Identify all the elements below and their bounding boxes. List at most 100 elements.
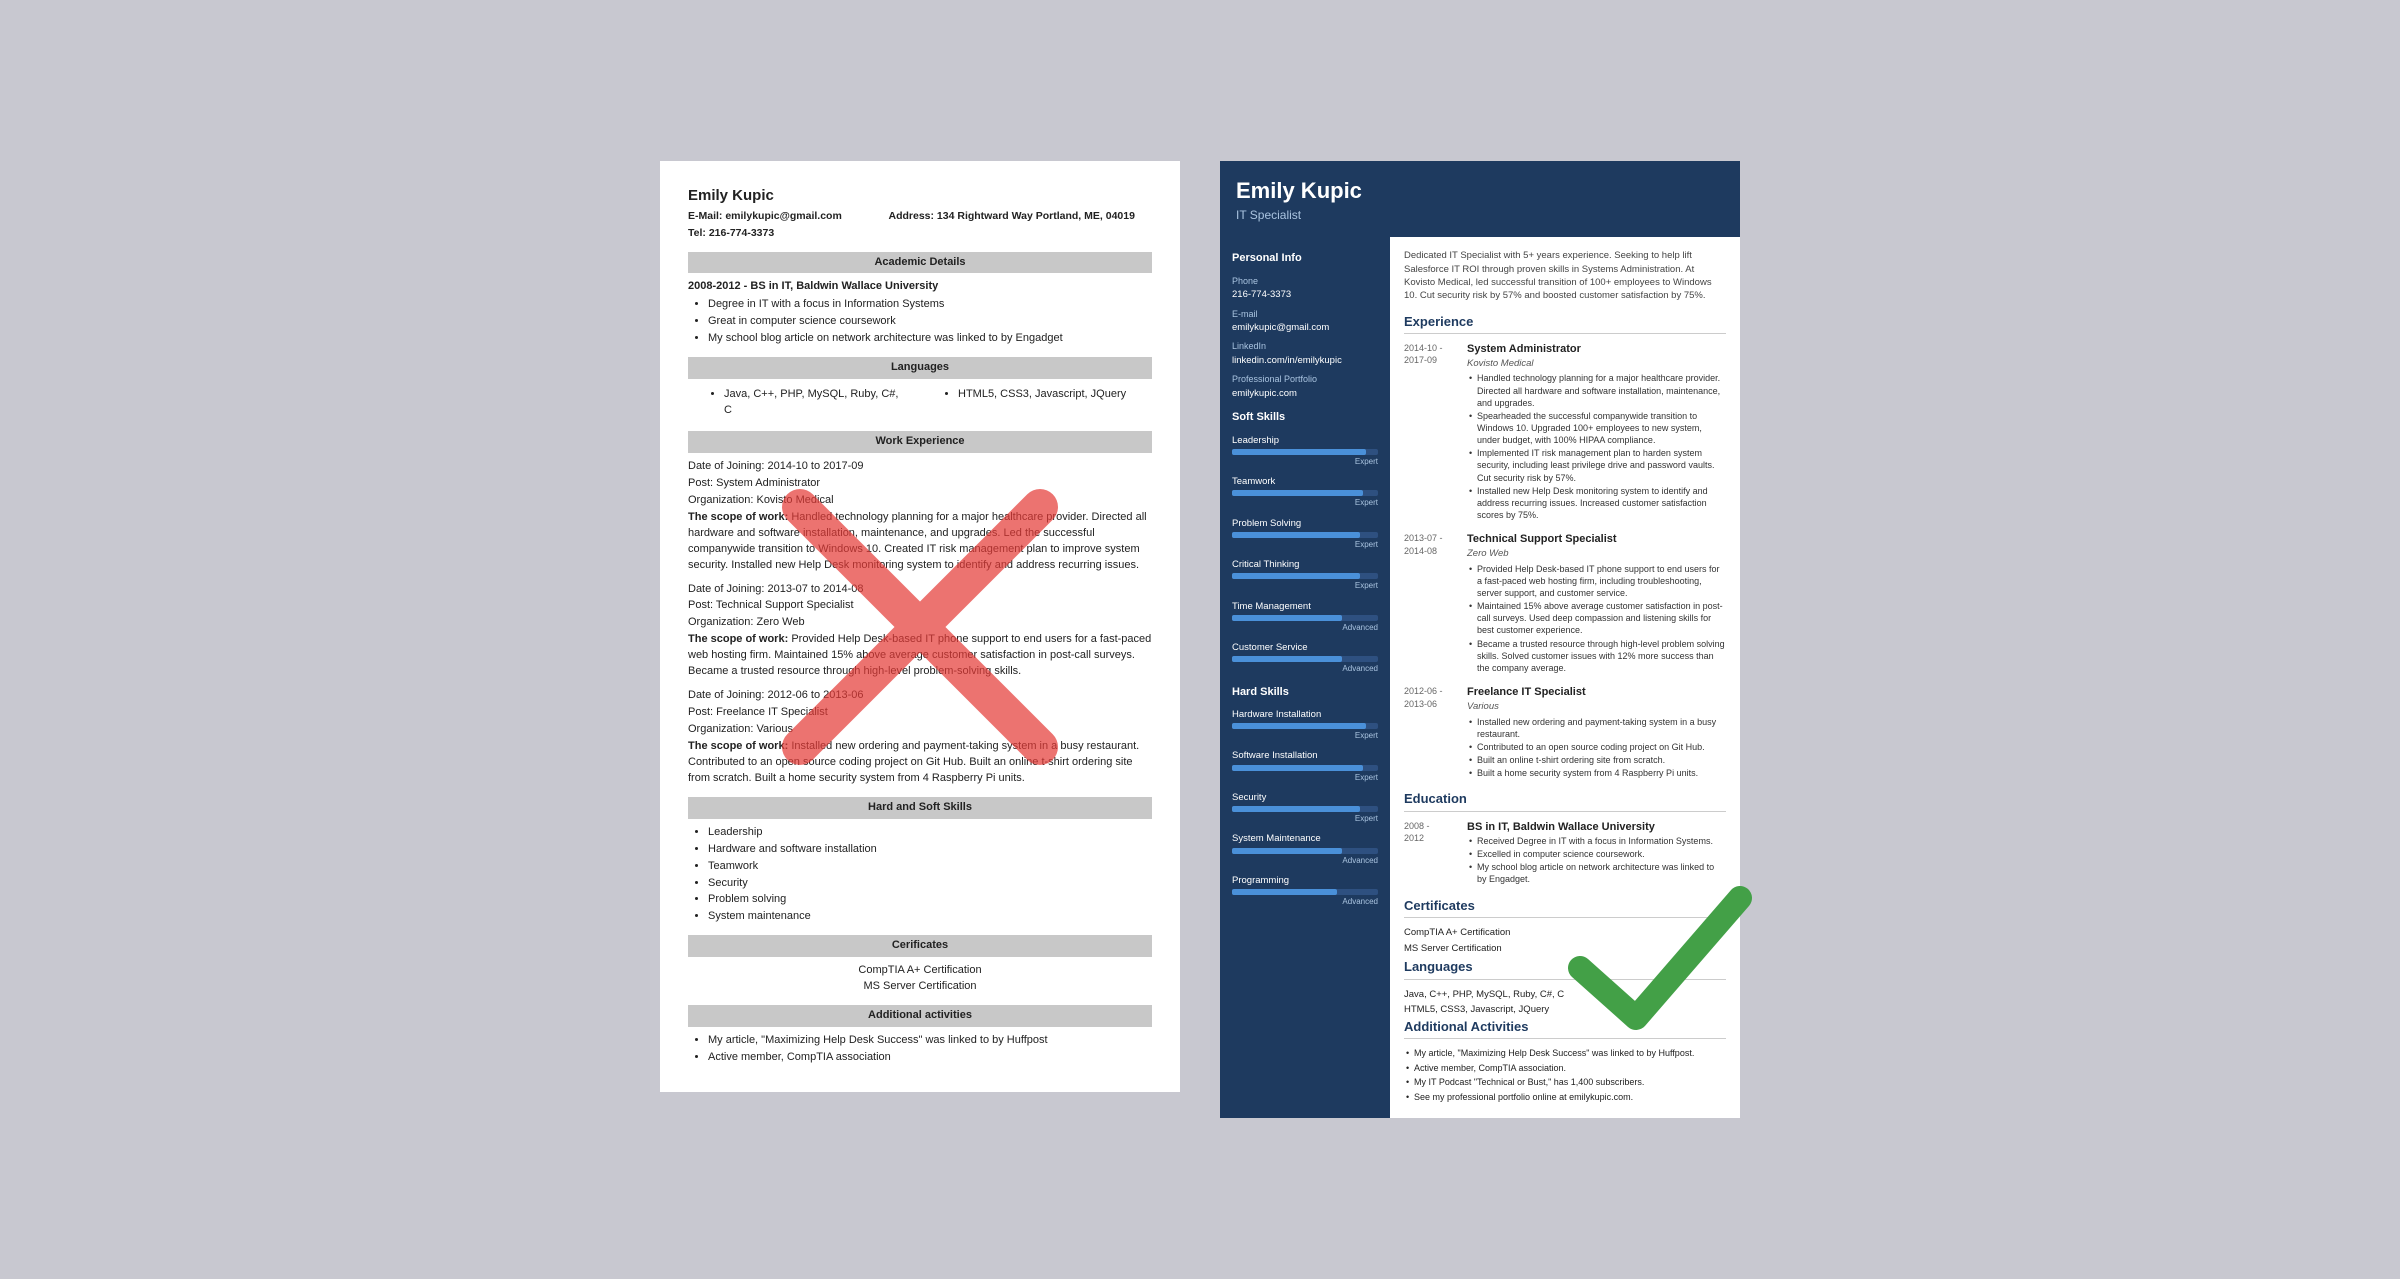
hard-skills-title: Hard Skills (1232, 685, 1378, 700)
work2-post: Post: Technical Support Specialist (688, 598, 1152, 614)
skill-leadership: Leadership Expert (1232, 434, 1378, 467)
phone-label: Phone (1232, 275, 1378, 288)
academic-bullet-2: Great in computer science coursework (708, 314, 1152, 330)
exp2-company: Zero Web (1467, 547, 1726, 560)
skill-2: Hardware and software installation (708, 842, 1152, 858)
right-act-2: Active member, CompTIA association. (1404, 1062, 1726, 1075)
cert-2: MS Server Certification (688, 979, 1152, 995)
email-label: E-mail (1232, 308, 1378, 321)
right-lang-1: Java, C++, PHP, MySQL, Ruby, C#, C (1404, 988, 1726, 1001)
linkedin-value: linkedin.com/in/emilykupic (1232, 354, 1378, 367)
academic-bullet-3: My school blog article on network archit… (708, 331, 1152, 347)
edu1-bullets: Received Degree in IT with a focus in In… (1467, 835, 1726, 886)
work2-date: Date of Joining: 2013-07 to 2014-08 (688, 582, 1152, 598)
exp2-date: 2013-07 -2014-08 (1404, 532, 1459, 557)
portfolio-label: Professional Portfolio (1232, 373, 1378, 386)
skill-software-install: Software Installation Expert (1232, 749, 1378, 782)
right-name: Emily Kupic (1236, 179, 1724, 203)
right-act-4: See my professional portfolio online at … (1404, 1091, 1726, 1104)
exp1-company: Kovisto Medical (1467, 357, 1726, 370)
right-resume: Emily Kupic IT Specialist Personal Info … (1220, 161, 1740, 1117)
left-contact: E-Mail: emilykupic@gmail.com Address: 13… (688, 209, 1152, 224)
lang-col1: Java, C++, PHP, MySQL, Ruby, C#,C (704, 385, 918, 421)
work1-scope: The scope of work: Handled technology pl… (688, 510, 1152, 574)
edu-entry-1: 2008 -2012 BS in IT, Baldwin Wallace Uni… (1404, 820, 1726, 887)
certs-section-title-right: Certificates (1404, 897, 1726, 918)
academic-bullet-1: Degree in IT with a focus in Information… (708, 297, 1152, 313)
right-cert-1: CompTIA A+ Certification (1404, 926, 1726, 939)
skills-list: Leadership Hardware and software install… (688, 825, 1152, 926)
exp-entry-2: 2013-07 -2014-08 Technical Support Speci… (1404, 532, 1726, 675)
personal-info-title: Personal Info (1232, 251, 1378, 266)
skill-5: Problem solving (708, 892, 1152, 908)
left-tel: Tel: 216-774-3373 (688, 226, 1152, 241)
right-act-1: My article, "Maximizing Help Desk Succes… (1404, 1047, 1726, 1060)
academic-section-title: Academic Details (688, 252, 1152, 274)
skill-problem-solving: Problem Solving Expert (1232, 517, 1378, 550)
exp-entry-3: 2012-06 -2013-06 Freelance IT Specialist… (1404, 685, 1726, 780)
left-name: Emily Kupic (688, 185, 1152, 207)
work-section-title: Work Experience (688, 431, 1152, 453)
exp1-bullets: Handled technology planning for a major … (1467, 372, 1726, 521)
exp3-date: 2012-06 -2013-06 (1404, 685, 1459, 710)
activities-section-title: Additional activities (688, 1005, 1152, 1027)
left-header: Emily Kupic E-Mail: emilykupic@gmail.com… (688, 185, 1152, 241)
right-act-3: My IT Podcast "Technical or Bust," has 1… (1404, 1076, 1726, 1089)
certs-content: CompTIA A+ Certification MS Server Certi… (688, 963, 1152, 995)
right-summary: Dedicated IT Specialist with 5+ years ex… (1404, 249, 1726, 302)
right-main: Dedicated IT Specialist with 5+ years ex… (1390, 237, 1740, 1117)
skill-security: Security Expert (1232, 791, 1378, 824)
exp2-title: Technical Support Specialist (1467, 532, 1726, 547)
work1-date: Date of Joining: 2014-10 to 2017-09 (688, 459, 1152, 475)
work-entry-3: Date of Joining: 2012-06 to 2013-06 Post… (688, 688, 1152, 787)
lang-col2-text: HTML5, CSS3, Javascript, JQuery (958, 387, 1152, 403)
edu1-degree: BS in IT, Baldwin Wallace University (1467, 820, 1726, 835)
email-value: emilykupic@gmail.com (1232, 321, 1378, 334)
work-entry-2: Date of Joining: 2013-07 to 2014-08 Post… (688, 582, 1152, 681)
work-entry-1: Date of Joining: 2014-10 to 2017-09 Post… (688, 459, 1152, 574)
work3-date: Date of Joining: 2012-06 to 2013-06 (688, 688, 1152, 704)
right-cert-2: MS Server Certification (1404, 942, 1726, 955)
activities-section-title-right: Additional Activities (1404, 1018, 1726, 1039)
activities-list: My article, "Maximizing Help Desk Succes… (688, 1033, 1152, 1066)
education-section-title: Education (1404, 790, 1726, 811)
certs-section-title: Cerificates (688, 935, 1152, 957)
experience-section-title: Experience (1404, 313, 1726, 334)
right-header: Emily Kupic IT Specialist (1220, 161, 1740, 237)
right-lang-2: HTML5, CSS3, Javascript, JQuery (1404, 1003, 1726, 1016)
exp3-bullets: Installed new ordering and payment-takin… (1467, 716, 1726, 780)
page-container: Emily Kupic E-Mail: emilykupic@gmail.com… (660, 161, 1740, 1117)
activity-2: Active member, CompTIA association (708, 1050, 1152, 1066)
exp3-title: Freelance IT Specialist (1467, 685, 1726, 700)
right-sidebar: Personal Info Phone 216-774-3373 E-mail … (1220, 237, 1390, 1117)
skill-4: Security (708, 876, 1152, 892)
exp1-date: 2014-10 -2017-09 (1404, 342, 1459, 367)
work3-post: Post: Freelance IT Specialist (688, 705, 1152, 721)
exp-entry-1: 2014-10 -2017-09 System Administrator Ko… (1404, 342, 1726, 522)
work3-org: Organization: Various (688, 722, 1152, 738)
exp1-title: System Administrator (1467, 342, 1726, 357)
lang-col1-text: Java, C++, PHP, MySQL, Ruby, C#,C (724, 387, 918, 419)
right-activities: My article, "Maximizing Help Desk Succes… (1404, 1047, 1726, 1103)
skill-system-maintenance: System Maintenance Advanced (1232, 832, 1378, 865)
exp2-bullets: Provided Help Desk-based IT phone suppor… (1467, 563, 1726, 674)
skill-teamwork: Teamwork Expert (1232, 475, 1378, 508)
academic-content: 2008-2012 - BS in IT, Baldwin Wallace Un… (688, 279, 1152, 347)
lang-col2: HTML5, CSS3, Javascript, JQuery (938, 385, 1152, 421)
skill-hardware-install: Hardware Installation Expert (1232, 708, 1378, 741)
cert-1: CompTIA A+ Certification (688, 963, 1152, 979)
right-body: Personal Info Phone 216-774-3373 E-mail … (1220, 237, 1740, 1117)
languages-section-title-right: Languages (1404, 958, 1726, 979)
work2-scope: The scope of work: Provided Help Desk-ba… (688, 632, 1152, 680)
skill-6: System maintenance (708, 909, 1152, 925)
portfolio-value: emilykupic.com (1232, 387, 1378, 400)
skill-programming: Programming Advanced (1232, 874, 1378, 907)
left-resume: Emily Kupic E-Mail: emilykupic@gmail.com… (660, 161, 1180, 1092)
skill-bar-bg (1232, 449, 1378, 455)
activity-1: My article, "Maximizing Help Desk Succes… (708, 1033, 1152, 1049)
soft-skills-title: Soft Skills (1232, 410, 1378, 425)
languages-content: Java, C++, PHP, MySQL, Ruby, C#,C HTML5,… (688, 385, 1152, 421)
skill-1: Leadership (708, 825, 1152, 841)
work1-post: Post: System Administrator (688, 476, 1152, 492)
languages-section-title: Languages (688, 357, 1152, 379)
